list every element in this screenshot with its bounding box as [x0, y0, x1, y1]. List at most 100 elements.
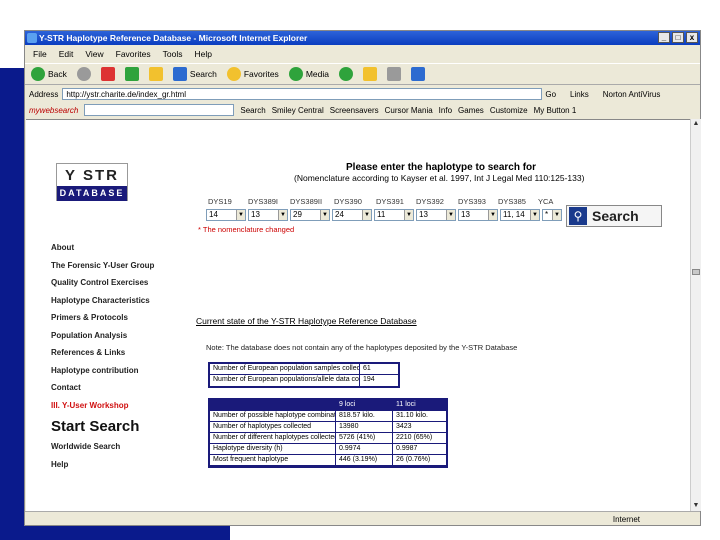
- locus-select-dys385[interactable]: 11, 14 ▼: [500, 209, 540, 221]
- menu-tools[interactable]: Tools: [163, 47, 183, 61]
- menu-help[interactable]: Help: [194, 47, 211, 61]
- back-arrow-icon: [31, 67, 45, 81]
- table-row: Number of different haplotypes collected…: [210, 433, 446, 444]
- nav-quality-control[interactable]: Quality Control Exercises: [51, 278, 201, 296]
- favorites-button[interactable]: Favorites: [226, 67, 279, 81]
- ystr-logo[interactable]: Y STR DATABASE: [56, 163, 128, 201]
- nav-haplotype-characteristics[interactable]: Haplotype Characteristics: [51, 296, 201, 314]
- search-button[interactable]: ⚲ Search: [566, 205, 662, 227]
- locus-select-dys393[interactable]: 13 ▼: [458, 209, 498, 221]
- back-label: Back: [48, 69, 67, 79]
- games-button[interactable]: Games: [458, 106, 484, 115]
- table-cell: 0.9974: [336, 444, 393, 454]
- locus-select-dys390[interactable]: 24 ▼: [332, 209, 372, 221]
- table-cell: 818.57 kilo.: [336, 411, 393, 421]
- table-cell: Number of different haplotypes collected…: [210, 433, 336, 443]
- browser-window: Y-STR Haplotype Reference Database - Mic…: [24, 30, 701, 526]
- locus-value: 13: [251, 210, 260, 219]
- locus-select-dys392[interactable]: 13 ▼: [416, 209, 456, 221]
- cursor-mania-button[interactable]: Cursor Mania: [385, 106, 433, 115]
- nomenclature-note: (Nomenclature according to Kayser et al.…: [294, 173, 585, 183]
- menu-file[interactable]: File: [33, 47, 47, 61]
- logo-bottom-text: DATABASE: [57, 186, 127, 201]
- scroll-thumb[interactable]: [692, 269, 700, 275]
- menu-favorites[interactable]: Favorites: [116, 47, 151, 61]
- scroll-down-icon[interactable]: ▼: [692, 502, 700, 510]
- locus-value: 13: [461, 210, 470, 219]
- address-input[interactable]: http://ystr.charite.de/index_gr.html: [62, 88, 543, 100]
- search-toolbar-button[interactable]: Search: [172, 67, 217, 81]
- nav-about[interactable]: About: [51, 243, 201, 261]
- nav-y-user-workshop[interactable]: III. Y-User Workshop: [51, 401, 201, 419]
- screensavers-button[interactable]: Screensavers: [330, 106, 379, 115]
- print-button[interactable]: [386, 67, 401, 81]
- nav-references-links[interactable]: References & Links: [51, 348, 201, 366]
- population-table: Number of European population samples co…: [208, 362, 400, 388]
- media-button[interactable]: Media: [288, 67, 329, 81]
- locus-label: DYS392: [416, 197, 444, 206]
- table-row: Number of European populations/allele da…: [210, 375, 398, 386]
- minimize-button[interactable]: _: [658, 32, 670, 43]
- nav-forensic-y-user-group[interactable]: The Forensic Y-User Group: [51, 261, 201, 279]
- table-cell: 31.10 kilo.: [396, 412, 428, 419]
- table-cell: Number of haplotypes collected: [210, 422, 336, 432]
- search-heading: Please enter the haplotype to search for: [346, 162, 537, 173]
- table-row: Number of European population samples co…: [210, 364, 398, 375]
- search-toolbar-label: Search: [189, 69, 217, 79]
- mail-button[interactable]: [362, 67, 377, 81]
- table-cell: 26 (0.76%): [396, 456, 431, 463]
- locus-select-yca[interactable]: * ▼: [542, 209, 562, 221]
- menu-view[interactable]: View: [85, 47, 103, 61]
- stop-icon: [100, 67, 115, 81]
- smiley-central-button[interactable]: Smiley Central: [272, 106, 324, 115]
- nav-population-analysis[interactable]: Population Analysis: [51, 331, 201, 349]
- current-state-link[interactable]: Current state of the Y-STR Haplotype Ref…: [196, 316, 417, 326]
- table-header-cell: 11 loci: [396, 401, 416, 408]
- chevron-down-icon: ▼: [552, 210, 561, 220]
- locus-value: 11, 14: [503, 210, 525, 219]
- locus-select-dys389ii[interactable]: 29 ▼: [290, 209, 330, 221]
- home-button[interactable]: [148, 67, 163, 81]
- scroll-up-icon[interactable]: ▲: [692, 120, 700, 128]
- nav-primers-protocols[interactable]: Primers & Protocols: [51, 313, 201, 331]
- mywebsearch-search-button[interactable]: Search: [240, 106, 265, 115]
- locus-select-dys19[interactable]: 14 ▼: [206, 209, 246, 221]
- search-toolbar: mywebsearch Search Smiley Central Screen…: [25, 103, 700, 117]
- locus-select-dys391[interactable]: 11 ▼: [374, 209, 414, 221]
- slide-left-bar: [0, 68, 24, 540]
- edit-icon: [410, 67, 425, 81]
- vertical-scrollbar[interactable]: ▲ ▼: [690, 119, 701, 511]
- table-cell: Most frequent haplotype: [210, 455, 336, 465]
- links-button[interactable]: Links: [570, 90, 589, 99]
- forward-button[interactable]: [76, 67, 91, 81]
- nav-help[interactable]: Help: [51, 460, 201, 478]
- magnifier-icon: [172, 67, 187, 81]
- nav-worldwide-search[interactable]: Worldwide Search: [51, 442, 201, 460]
- nav-start-search[interactable]: Start Search: [51, 418, 201, 442]
- back-button[interactable]: Back: [31, 67, 67, 81]
- table-row: Most frequent haplotype 446 (3.19%) 26 (…: [210, 455, 446, 466]
- table-header-row: 9 loci 11 loci: [210, 400, 446, 411]
- close-button[interactable]: x: [686, 32, 698, 43]
- title-bar[interactable]: Y-STR Haplotype Reference Database - Mic…: [25, 31, 700, 45]
- table-cell: 5726 (41%): [336, 433, 393, 443]
- maximize-button[interactable]: □: [672, 32, 684, 43]
- stop-button[interactable]: [100, 67, 115, 81]
- locus-select-dys389i[interactable]: 13 ▼: [248, 209, 288, 221]
- nav-contact[interactable]: Contact: [51, 383, 201, 401]
- customize-button[interactable]: Customize: [490, 106, 528, 115]
- norton-button[interactable]: Norton AntiVirus: [603, 90, 661, 99]
- info-button[interactable]: Info: [439, 106, 452, 115]
- nav-haplotype-contribution[interactable]: Haplotype contribution: [51, 366, 201, 384]
- go-button[interactable]: Go: [545, 90, 556, 99]
- menu-edit[interactable]: Edit: [59, 47, 74, 61]
- edit-button[interactable]: [410, 67, 425, 81]
- history-button[interactable]: [338, 67, 353, 81]
- my-button-1[interactable]: My Button 1: [534, 106, 577, 115]
- table-cell: Number of European population samples co…: [210, 364, 360, 374]
- refresh-button[interactable]: [124, 67, 139, 81]
- table-cell: 3423: [396, 423, 412, 430]
- table-cell: Haplotype diversity (h): [210, 444, 336, 454]
- mywebsearch-input[interactable]: [84, 104, 235, 116]
- table-cell: Number of possible haplotype combination…: [210, 411, 336, 421]
